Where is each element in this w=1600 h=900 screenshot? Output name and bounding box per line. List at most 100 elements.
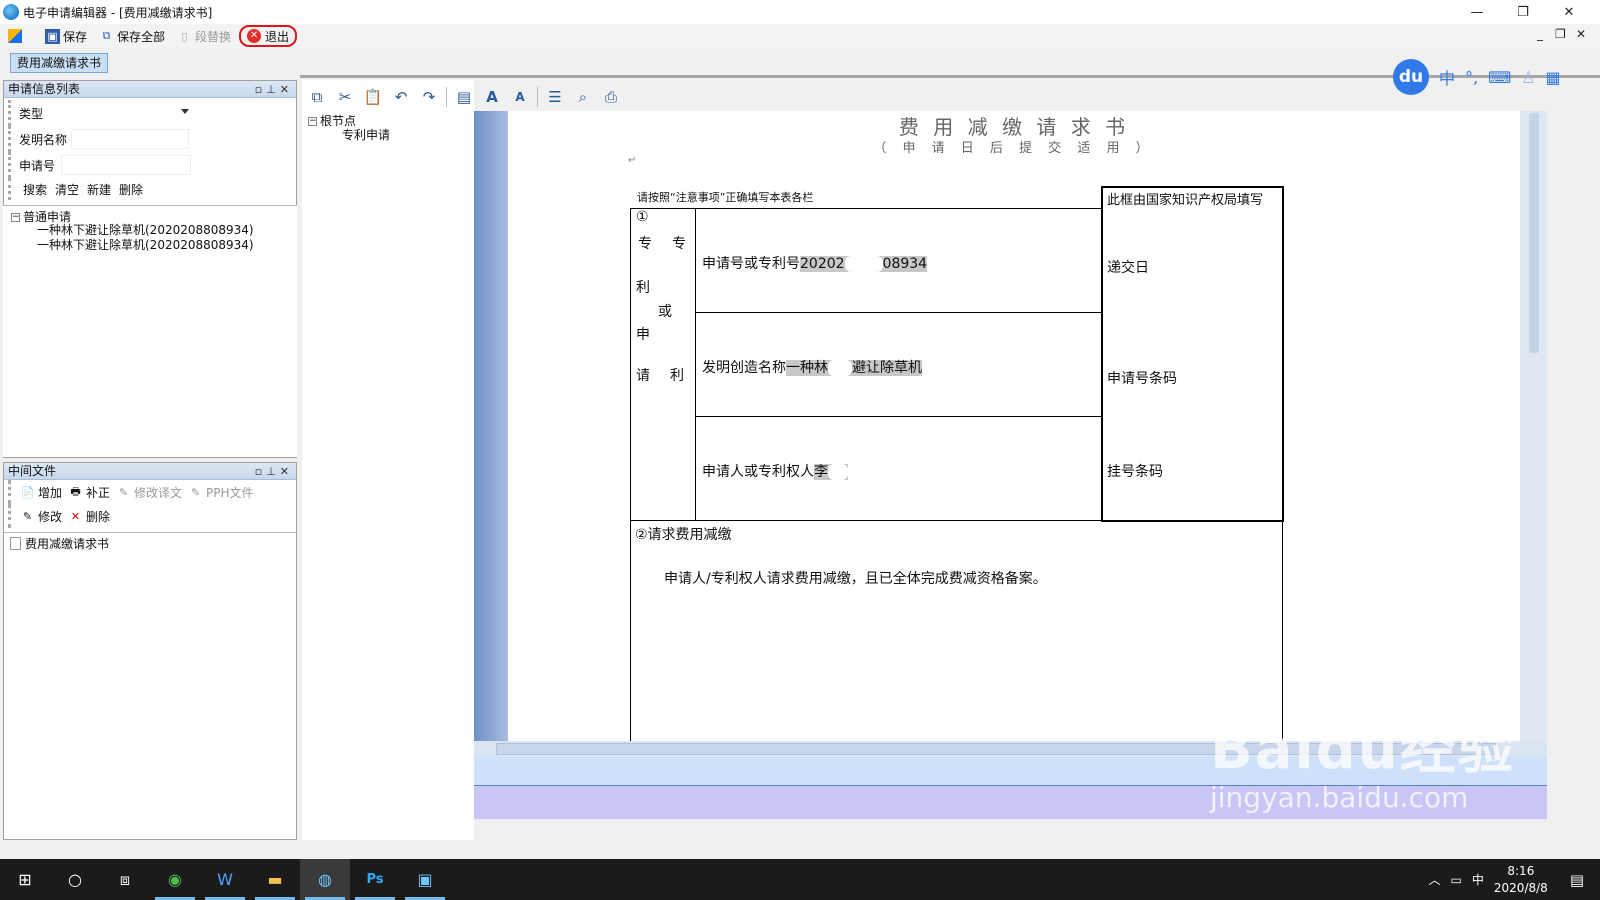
middle-toolbar-2: ✎ 修改 ✕ 删除	[8, 504, 296, 528]
keyboard-icon[interactable]: ⌨	[1488, 68, 1511, 87]
app-no-input[interactable]	[61, 155, 191, 175]
left-col-char: 专	[672, 236, 686, 252]
task-view-icon[interactable]: ⧈	[100, 859, 150, 900]
separator	[537, 87, 538, 107]
vertical-scrollbar[interactable]	[1520, 111, 1547, 741]
network-icon[interactable]: ▭	[1451, 873, 1462, 887]
left-col-char: 或	[658, 304, 672, 320]
chevron-up-icon[interactable]: ︿	[1429, 871, 1441, 888]
delete-button[interactable]: 删除	[119, 181, 143, 198]
applicant-cell[interactable]: 申请人或专利权人李	[702, 461, 848, 481]
exit-button[interactable]: ✕ 退出	[239, 25, 298, 47]
separator	[446, 87, 447, 107]
editor-toolbar: ⧉ ✂ 📋 ↶ ↷ ▤ A A ☰ ⌕ ⎙	[303, 83, 625, 111]
mdi-close-button[interactable]: ✕	[1576, 27, 1586, 41]
mdi-minimize-button[interactable]: _	[1537, 27, 1543, 41]
vertical-scroll-thumb[interactable]	[1529, 113, 1539, 353]
print-icon[interactable]: ⎙	[597, 84, 625, 110]
close-button[interactable]: ✕	[1546, 0, 1592, 24]
search-button[interactable]: 搜索	[23, 181, 47, 198]
tab-strip: 费用减缴请求书	[0, 48, 1600, 78]
section-1-marker: ①	[636, 209, 649, 225]
floppy-icon: ▣	[45, 28, 60, 44]
section-2-text: 申请人/专利权人请求费用减缴，且已全体完成费减资格备案。	[664, 571, 1047, 587]
app-no-cell[interactable]: 申请号或专利号20202 08934	[702, 253, 928, 273]
table-border	[630, 208, 1101, 209]
punctuation-icon[interactable]: °,	[1465, 68, 1478, 87]
photoshop-icon[interactable]: Ps	[350, 859, 400, 900]
editor-app-icon[interactable]: ◍	[300, 859, 350, 900]
collapse-icon[interactable]: −	[11, 213, 20, 222]
left-col-char: 专	[638, 236, 652, 252]
title-bar: 电子申请编辑器 - [费用减缴请求书] — ❐ ✕	[0, 0, 1600, 24]
word-icon[interactable]: W	[200, 859, 250, 900]
panel-controls[interactable]: ▫⊥✕	[255, 81, 293, 98]
invention-name-value: 一种林 避让除草机	[786, 360, 922, 376]
correct-button[interactable]: 🖶 补正	[65, 481, 113, 503]
redo-icon[interactable]: ↷	[415, 84, 443, 110]
font-shrink-icon[interactable]: A	[506, 84, 534, 110]
middle-toolbar-1: 📄 增加 🖶 补正 ✎ 修改译文 ✎ PPH文件	[8, 480, 296, 504]
invention-name-input[interactable]	[71, 129, 189, 149]
section-2-title: ②请求费用减缴	[635, 527, 732, 543]
zoom-icon[interactable]: ⌕	[569, 84, 597, 110]
browser-icon[interactable]: ◉	[150, 859, 200, 900]
page-setup-icon[interactable]: ▤	[450, 84, 478, 110]
add-doc-icon: 📄	[20, 485, 35, 499]
file-explorer-icon[interactable]: ▬	[250, 859, 300, 900]
office-box-title: 此框由国家知识产权局填写	[1107, 193, 1264, 208]
add-button[interactable]: 📄 增加	[17, 481, 65, 503]
paragraph-mark: ↵	[628, 155, 637, 166]
copy-icon[interactable]: ⧉	[303, 84, 331, 110]
file-list: 费用减缴请求书	[4, 532, 296, 554]
tree-item[interactable]: 一种林下避让除草机(2020208808934)	[37, 236, 254, 253]
paste-icon[interactable]: 📋	[359, 84, 387, 110]
baidu-ime-logo[interactable]: du	[1393, 59, 1429, 95]
start-button[interactable]: ⊞	[0, 859, 50, 900]
panel-controls[interactable]: ▫⊥✕	[255, 463, 293, 480]
app-menu-button[interactable]	[0, 25, 29, 47]
clock[interactable]: 8:16 2020/8/8	[1494, 863, 1548, 897]
mdi-restore-button[interactable]: ❐	[1555, 27, 1566, 41]
cut-icon[interactable]: ✂	[331, 84, 359, 110]
main-toolbar: ▣ 保存 ⧉ 保存全部 ▯ 段替换 ✕ 退出	[0, 24, 1600, 48]
doc-subtitle: （ 申 请 日 后 提 交 适 用 ）	[873, 141, 1155, 156]
undo-icon[interactable]: ↶	[387, 84, 415, 110]
maximize-button[interactable]: ❐	[1500, 0, 1546, 24]
new-button[interactable]: 新建	[87, 181, 111, 198]
table-border	[695, 416, 1101, 417]
collapse-icon[interactable]: −	[308, 117, 317, 126]
delete-file-button[interactable]: ✕ 删除	[65, 505, 113, 527]
save-all-button[interactable]: ⧉ 保存全部	[95, 25, 169, 47]
windows-icon	[8, 29, 22, 43]
user-icon[interactable]: ♙	[1521, 68, 1535, 87]
minimize-button[interactable]: —	[1454, 0, 1500, 24]
pph-button[interactable]: ✎ PPH文件	[185, 481, 257, 503]
document-page[interactable]: 费 用 减 缴 请 求 书 （ 申 请 日 后 提 交 适 用 ） ↵ 请按照“…	[508, 111, 1520, 741]
left-col-char: 申	[636, 327, 650, 343]
info-panel-header: 申请信息列表 ▫⊥✕	[4, 81, 296, 98]
ime-lang-toggle[interactable]: 中	[1439, 65, 1455, 89]
ime-indicator[interactable]: 中	[1472, 871, 1484, 888]
modify-translation-button[interactable]: ✎ 修改译文	[113, 481, 185, 503]
replace-button[interactable]: ▯ 段替换	[173, 25, 235, 47]
file-item[interactable]: 费用减缴请求书	[10, 535, 290, 552]
photos-icon[interactable]: ▣	[400, 859, 450, 900]
info-actions: 搜索 清空 新建 删除	[8, 178, 296, 200]
form-icon[interactable]: ☰	[541, 84, 569, 110]
invention-row: 发明名称	[8, 126, 296, 152]
grid-icon[interactable]: ▦	[1546, 68, 1561, 87]
notification-icon[interactable]: ▤	[1570, 871, 1584, 889]
node-patent-application[interactable]: 专利申请	[342, 126, 390, 143]
type-select[interactable]	[61, 103, 193, 123]
doc-title: 费 用 减 缴 请 求 书	[898, 115, 1130, 139]
search-icon[interactable]: ○	[50, 859, 100, 900]
font-grow-icon[interactable]: A	[478, 84, 506, 110]
save-button[interactable]: ▣ 保存	[41, 25, 91, 47]
app-no-row: 申请号	[8, 152, 296, 178]
invention-name-cell[interactable]: 发明创造名称一种林 避让除草机	[702, 357, 922, 377]
table-border	[695, 312, 1101, 313]
modify-button[interactable]: ✎ 修改	[17, 505, 65, 527]
clear-button[interactable]: 清空	[55, 181, 79, 198]
tab-fee-reduction[interactable]: 费用减缴请求书	[10, 53, 109, 73]
